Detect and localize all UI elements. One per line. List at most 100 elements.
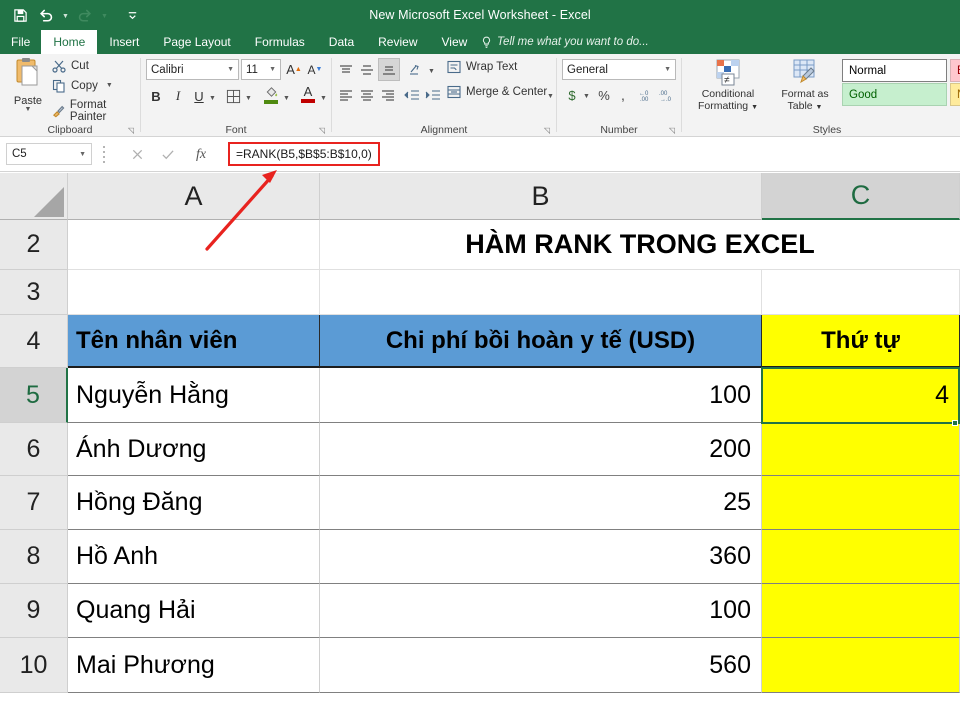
cell-c10[interactable] <box>762 638 960 693</box>
name-box[interactable]: C5 ▼ <box>6 143 92 165</box>
row-header-2[interactable]: 2 <box>0 220 68 270</box>
cell-b10[interactable]: 560 <box>320 638 762 693</box>
align-middle-button[interactable] <box>357 60 377 80</box>
row-header-8[interactable]: 8 <box>0 530 68 584</box>
cell-c8[interactable] <box>762 530 960 584</box>
cell-c4-header[interactable]: Thứ tự <box>762 315 960 368</box>
cell-a9[interactable]: Quang Hải <box>68 584 320 638</box>
row-header-6[interactable]: 6 <box>0 423 68 476</box>
cell-a5[interactable]: Nguyễn Hằng <box>68 368 320 423</box>
tell-me-search[interactable]: Tell me what you want to do... <box>481 30 649 54</box>
copy-button[interactable]: Copy ▼ <box>52 79 113 93</box>
clipboard-dialog-launcher-icon[interactable]: ◹ <box>128 126 134 135</box>
cell-a6[interactable]: Ánh Dương <box>68 423 320 476</box>
number-dialog-launcher-icon[interactable]: ◹ <box>669 126 675 135</box>
decrease-decimal-button[interactable]: .00→.0 <box>657 85 677 105</box>
cell-b2-title[interactable]: HÀM RANK TRONG EXCEL <box>320 220 960 270</box>
cell-b3[interactable] <box>320 270 762 315</box>
tab-review[interactable]: Review <box>366 30 429 54</box>
italic-button[interactable]: I <box>169 85 187 107</box>
font-size-input[interactable]: 11 ▼ <box>241 59 281 80</box>
cell-c3[interactable] <box>762 270 960 315</box>
increase-font-size-button[interactable]: A▲ <box>284 59 304 80</box>
number-format-select[interactable]: General ▼ <box>562 59 676 80</box>
fill-color-dropdown-icon[interactable]: ▼ <box>283 95 290 102</box>
paste-dropdown-icon[interactable]: ▼ <box>6 107 50 113</box>
cell-c7[interactable] <box>762 476 960 530</box>
underline-dropdown-icon[interactable]: ▼ <box>209 95 216 102</box>
cell-b4-header[interactable]: Chi phí bồi hoàn y tế (USD) <box>320 315 762 368</box>
column-header-c[interactable]: C <box>762 173 960 220</box>
tab-formulas[interactable]: Formulas <box>243 30 317 54</box>
conditional-formatting-button[interactable]: ≠ Conditional Formatting ▼ <box>686 58 770 114</box>
cell-c5[interactable]: 4 <box>762 368 960 423</box>
customize-quick-access-icon[interactable] <box>120 3 144 27</box>
insert-function-button[interactable]: fx <box>190 144 212 165</box>
format-as-table-button[interactable]: Format as Table ▼ <box>772 58 838 114</box>
row-header-4[interactable]: 4 <box>0 315 68 368</box>
row-header-10[interactable]: 10 <box>0 638 68 693</box>
cell-style-normal[interactable]: Normal <box>842 59 947 82</box>
cell-c9[interactable] <box>762 584 960 638</box>
formula-input[interactable]: =RANK(B5,$B$5:B$10,0) <box>228 142 380 166</box>
font-size-dropdown-icon[interactable]: ▼ <box>269 66 276 73</box>
font-color-dropdown-icon[interactable]: ▼ <box>320 95 327 102</box>
tab-file[interactable]: File <box>0 30 41 54</box>
font-color-button[interactable]: A <box>298 83 318 105</box>
increase-indent-button[interactable] <box>423 85 443 105</box>
increase-decimal-button[interactable]: ←0.00 <box>637 85 657 105</box>
format-painter-button[interactable]: Format Painter <box>52 99 140 123</box>
align-center-button[interactable] <box>357 85 377 105</box>
cell-c6[interactable] <box>762 423 960 476</box>
cell-a4-header[interactable]: Tên nhân viên <box>68 315 320 368</box>
alignment-dialog-launcher-icon[interactable]: ◹ <box>544 126 550 135</box>
conditional-formatting-dropdown-icon[interactable]: ▼ <box>751 104 758 111</box>
enter-formula-button[interactable] <box>157 144 179 165</box>
paste-button[interactable]: Paste ▼ <box>6 57 50 113</box>
cell-b8[interactable]: 360 <box>320 530 762 584</box>
borders-dropdown-icon[interactable]: ▼ <box>245 95 252 102</box>
cell-b6[interactable]: 200 <box>320 423 762 476</box>
undo-dropdown-icon[interactable]: ▼ <box>60 3 71 27</box>
accounting-dropdown-icon[interactable]: ▼ <box>583 93 590 100</box>
wrap-text-button[interactable]: Wrap Text <box>447 60 517 74</box>
cell-style-neutral[interactable]: Neutral <box>950 83 960 106</box>
font-name-input[interactable]: Calibri ▼ <box>146 59 239 80</box>
column-header-b[interactable]: B <box>320 173 762 220</box>
cell-a8[interactable]: Hồ Anh <box>68 530 320 584</box>
tab-page-layout[interactable]: Page Layout <box>151 30 242 54</box>
comma-style-button[interactable]: , <box>615 85 631 105</box>
cancel-formula-button[interactable] <box>126 144 148 165</box>
cell-b7[interactable]: 25 <box>320 476 762 530</box>
row-header-3[interactable]: 3 <box>0 270 68 315</box>
bold-button[interactable]: B <box>146 85 166 107</box>
align-top-button[interactable] <box>336 60 356 80</box>
tab-data[interactable]: Data <box>317 30 366 54</box>
decrease-indent-button[interactable] <box>402 85 422 105</box>
row-header-5[interactable]: 5 <box>0 368 68 423</box>
font-dialog-launcher-icon[interactable]: ◹ <box>319 126 325 135</box>
row-header-9[interactable]: 9 <box>0 584 68 638</box>
save-icon[interactable] <box>8 3 32 27</box>
align-bottom-button[interactable] <box>378 58 400 81</box>
cell-style-good[interactable]: Good <box>842 83 947 106</box>
undo-icon[interactable] <box>34 3 58 27</box>
cell-b5[interactable]: 100 <box>320 368 762 423</box>
cut-button[interactable]: Cut <box>52 59 89 73</box>
underline-button[interactable]: U <box>190 85 208 107</box>
orientation-button[interactable] <box>405 60 427 80</box>
row-header-7[interactable]: 7 <box>0 476 68 530</box>
orientation-dropdown-icon[interactable]: ▼ <box>428 68 435 75</box>
borders-button[interactable] <box>223 85 243 107</box>
decrease-font-size-button[interactable]: A▼ <box>305 59 325 80</box>
format-as-table-dropdown-icon[interactable]: ▼ <box>816 104 823 111</box>
column-header-a[interactable]: A <box>68 173 320 220</box>
align-right-button[interactable] <box>378 85 398 105</box>
cell-a2[interactable] <box>68 220 320 270</box>
merge-center-button[interactable]: Merge & Center <box>447 85 547 99</box>
font-name-dropdown-icon[interactable]: ▼ <box>227 66 234 73</box>
merge-center-dropdown-icon[interactable]: ▼ <box>547 93 554 100</box>
cell-a3[interactable] <box>68 270 320 315</box>
align-left-button[interactable] <box>336 85 356 105</box>
cell-style-bad[interactable]: Bad <box>950 59 960 82</box>
